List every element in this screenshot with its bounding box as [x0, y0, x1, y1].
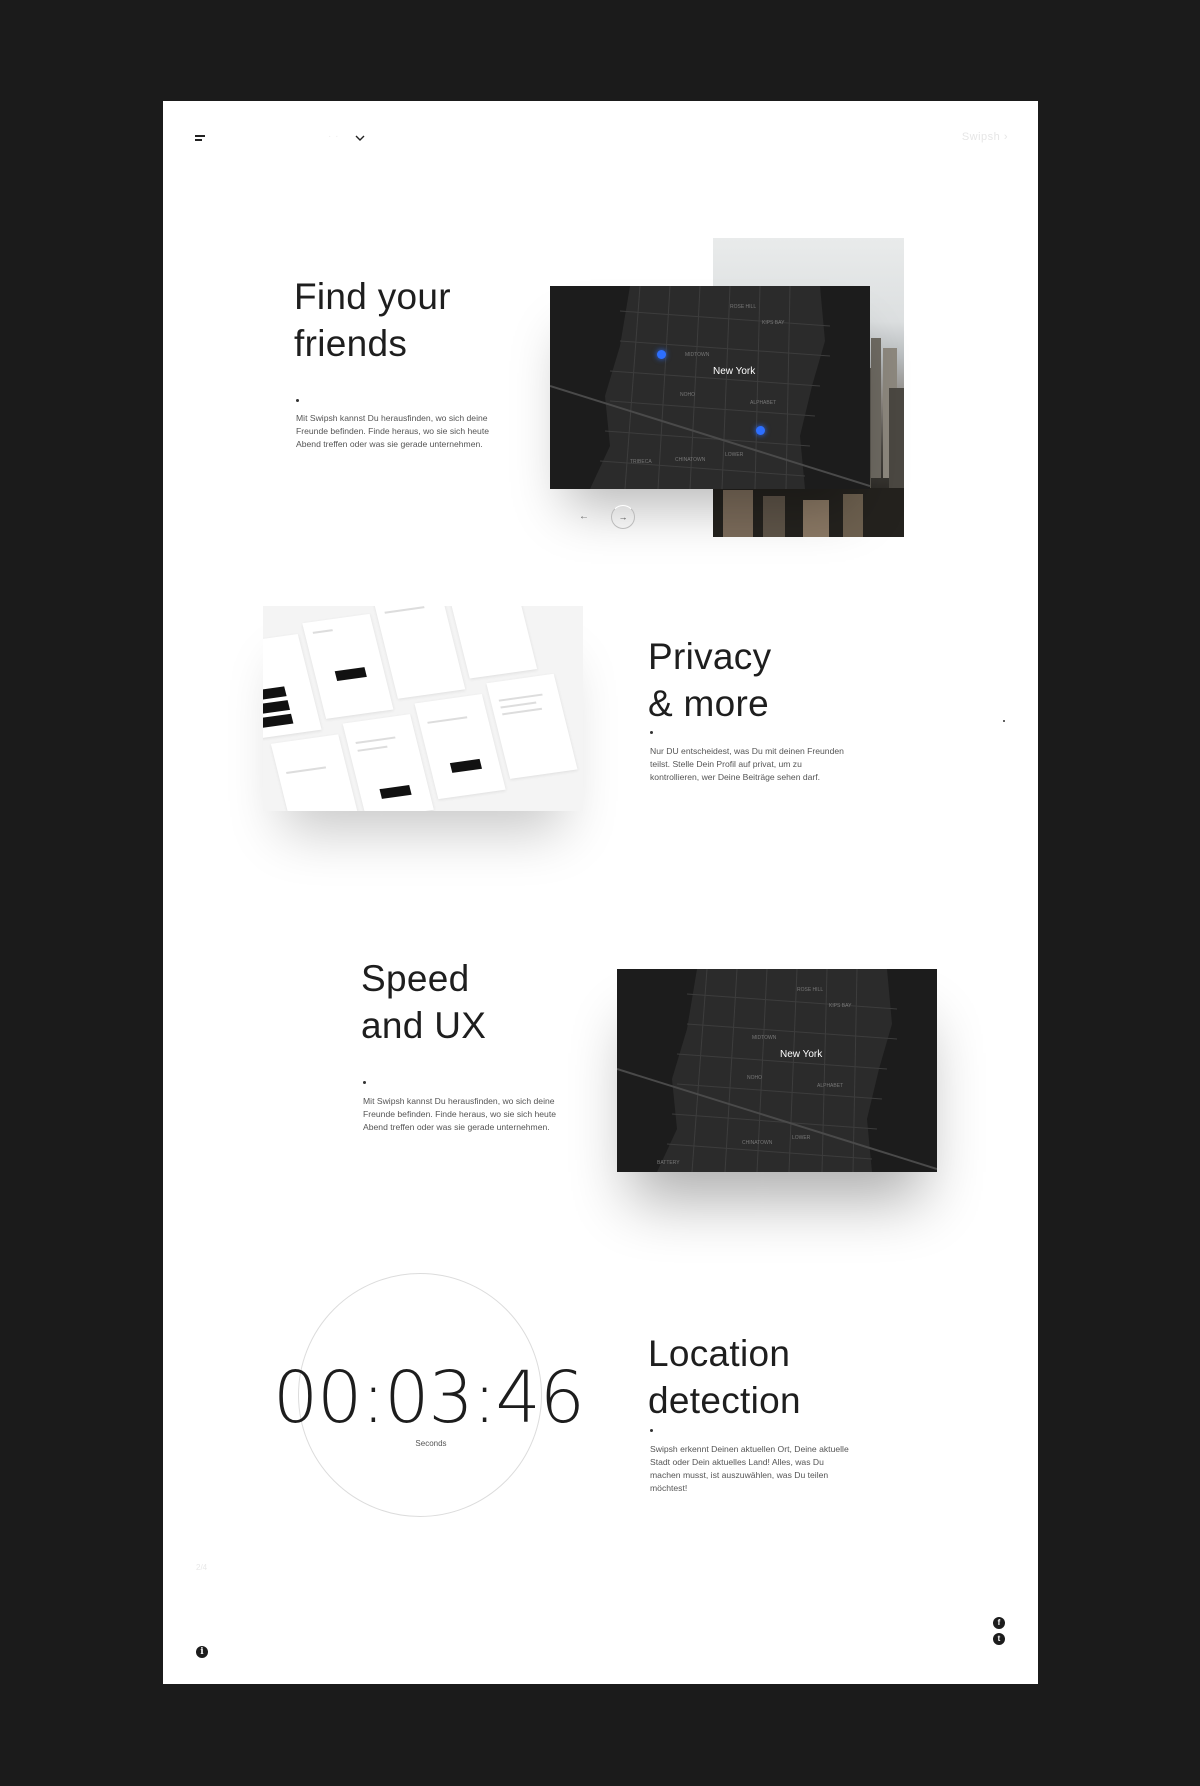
svg-text:NOHO: NOHO — [680, 392, 695, 398]
map-preview-new-york[interactable]: ROSE HILL KIPS BAY MIDTOWN NOHO ALPHABET CH… — [550, 286, 870, 489]
svg-text:ALPHABET: ALPHABET — [750, 400, 776, 406]
nav-faint-text: · · — [328, 131, 339, 142]
privacy-description: Nur DU entscheidest, was Du mit deinen F… — [650, 746, 844, 782]
svg-text:ALPHABET: ALPHABET — [817, 1083, 843, 1089]
heading-line-2: & more — [648, 683, 770, 724]
screen-card — [486, 673, 578, 779]
map-streets: ROSE HILL KIPS BAY MIDTOWN NOHO ALPHABET CH… — [550, 286, 870, 489]
heading-dot — [650, 731, 653, 734]
map-streets: ROSE HILL KIPS BAY MIDTOWN NOHO ALPHABET CH… — [617, 969, 937, 1172]
side-dot — [1003, 720, 1005, 722]
svg-text:ROSE HILL: ROSE HILL — [730, 304, 756, 310]
speed-heading: Speed and UX — [361, 955, 486, 1049]
twitter-icon[interactable]: t — [993, 1633, 1005, 1645]
heading-line-1: Find your — [294, 276, 451, 317]
privacy-heading: Privacy & more — [648, 633, 771, 727]
svg-text:ROSE HILL: ROSE HILL — [797, 987, 823, 993]
timer-unit-label: Seconds — [415, 1439, 447, 1448]
map-city-label: New York — [780, 1049, 823, 1060]
heading-line-1: Speed — [361, 958, 470, 999]
svg-text:KIPS BAY: KIPS BAY — [829, 1003, 852, 1009]
svg-text:LOWER: LOWER — [792, 1135, 811, 1141]
svg-text:CHINATOWN: CHINATOWN — [742, 1140, 773, 1146]
friend-pin-1[interactable] — [657, 350, 666, 359]
location-heading: Location detection — [648, 1330, 801, 1424]
facebook-icon[interactable]: f — [993, 1617, 1005, 1629]
heading-line-2: friends — [294, 323, 408, 364]
svg-text:TRIBECA: TRIBECA — [630, 459, 652, 465]
heading-line-1: Location — [648, 1333, 791, 1374]
timer-value: 00:03:46 — [273, 1356, 585, 1439]
svg-text:KIPS BAY: KIPS BAY — [762, 320, 785, 326]
svg-text:LOWER: LOWER — [725, 452, 744, 458]
heading-dot — [650, 1429, 653, 1432]
heading-line-2: detection — [648, 1380, 801, 1421]
location-description: Swipsh erkennt Deinen aktuellen Ort, Dei… — [650, 1444, 849, 1493]
speed-description: Mit Swipsh kannst Du herausfinden, wo si… — [363, 1096, 557, 1132]
svg-text:MIDTOWN: MIDTOWN — [685, 352, 710, 358]
find-friends-description: Mit Swipsh kannst Du herausfinden, wo si… — [296, 413, 490, 449]
heading-dot — [296, 399, 299, 402]
svg-text:BATTERY: BATTERY — [657, 1160, 680, 1166]
find-friends-heading: Find your friends — [294, 273, 451, 367]
header-right-link[interactable]: Swipsh › — [962, 131, 1008, 143]
app-screens-mockup — [263, 606, 583, 811]
friend-pin-2[interactable] — [756, 426, 765, 435]
heading-line-2: and UX — [361, 1005, 487, 1046]
carousel-prev-arrow-icon[interactable]: ← — [577, 511, 591, 523]
map-city-label: New York — [713, 366, 756, 377]
svg-text:MIDTOWN: MIDTOWN — [752, 1035, 777, 1041]
chevron-down-icon[interactable] — [353, 132, 367, 144]
heading-line-1: Privacy — [648, 636, 772, 677]
screen-card — [374, 606, 466, 699]
hamburger-menu-icon[interactable] — [195, 135, 207, 144]
heading-dot — [363, 1081, 366, 1084]
info-icon[interactable]: i — [196, 1646, 208, 1658]
screens-grid — [263, 606, 583, 811]
page-indicator: 2/4 — [196, 1563, 208, 1572]
svg-text:CHINATOWN: CHINATOWN — [675, 457, 706, 463]
carousel-next-arrow-icon[interactable]: → — [611, 505, 635, 529]
map-preview-new-york-2[interactable]: ROSE HILL KIPS BAY MIDTOWN NOHO ALPHABET CH… — [617, 969, 937, 1172]
svg-text:NOHO: NOHO — [747, 1075, 762, 1081]
landing-page: · · Swipsh › Find your friends Mit Swips… — [163, 101, 1038, 1684]
